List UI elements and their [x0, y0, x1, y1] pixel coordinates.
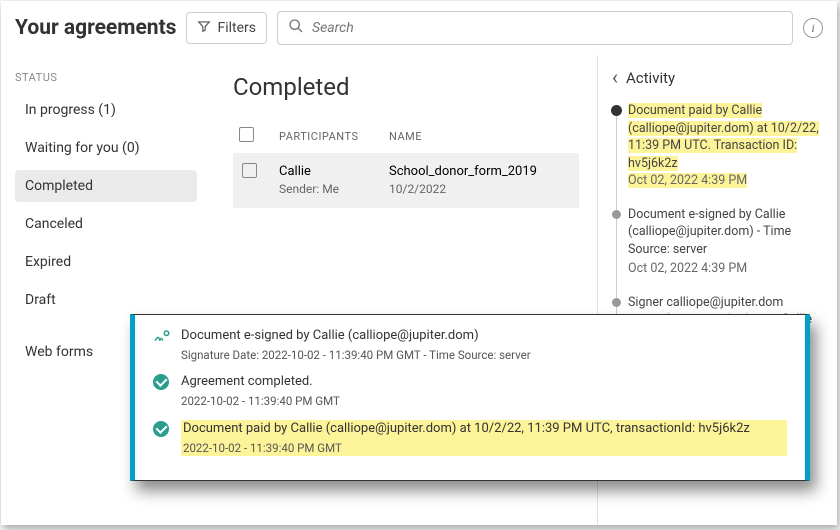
timeline-date: Oct 02, 2022 4:39 PM	[628, 173, 747, 188]
search-field[interactable]	[277, 11, 793, 45]
audit-sub: Signature Date: 2022-10-02 - 11:39:40 PM…	[181, 347, 787, 363]
timeline-item: Document paid by Callie (calliope@jupite…	[628, 102, 823, 190]
timeline-item: Document e-signed by Callie (calliope@ju…	[628, 206, 823, 278]
audit-item: Document e-signed by Callie (calliope@ju…	[153, 327, 787, 363]
check-icon	[153, 374, 171, 392]
sidebar-item-expired[interactable]: Expired	[15, 246, 197, 278]
timeline-dot-icon	[611, 105, 622, 116]
back-icon[interactable]	[612, 67, 618, 88]
activity-title: Activity	[626, 69, 675, 87]
sidebar-item-canceled[interactable]: Canceled	[15, 208, 197, 240]
signature-icon	[153, 328, 171, 346]
timeline-text: Document e-signed by Callie (calliope@ju…	[628, 206, 823, 259]
header: Your agreements Filters i	[1, 1, 837, 55]
row-name: School_donor_form_2019	[389, 163, 573, 181]
audit-sub: 2022-10-02 - 11:39:40 PM GMT	[181, 393, 787, 409]
audit-overlay: Document e-signed by Callie (calliope@ju…	[130, 314, 810, 481]
row-participant: Callie	[279, 163, 369, 181]
sidebar-item-waiting[interactable]: Waiting for you (0)	[15, 132, 197, 164]
sidebar-item-draft[interactable]: Draft	[15, 284, 197, 316]
filters-button[interactable]: Filters	[186, 12, 267, 44]
column-participants: PARTICIPANTS	[279, 130, 369, 143]
timeline-dot-icon	[612, 298, 621, 307]
search-input[interactable]	[312, 20, 782, 36]
sidebar-item-completed[interactable]: Completed	[15, 170, 197, 202]
audit-item-highlight: Document paid by Callie (calliope@jupite…	[153, 420, 787, 456]
check-icon	[153, 421, 171, 439]
search-icon	[288, 18, 304, 38]
timeline: Document paid by Callie (calliope@jupite…	[612, 102, 823, 348]
audit-sub: 2022-10-02 - 11:39:40 PM GMT	[183, 440, 785, 456]
row-checkbox[interactable]	[242, 163, 257, 178]
filter-icon	[197, 19, 211, 37]
audit-title: Agreement completed.	[181, 373, 787, 391]
audit-item: Agreement completed. 2022-10-02 - 11:39:…	[153, 373, 787, 409]
select-all-checkbox[interactable]	[239, 127, 254, 142]
column-name: NAME	[389, 130, 573, 143]
timeline-date: Oct 02, 2022 4:39 PM	[628, 260, 823, 278]
activity-header: Activity	[612, 67, 823, 88]
row-date: 10/2/2022	[389, 181, 573, 198]
sidebar-item-in-progress[interactable]: In progress (1)	[15, 94, 197, 126]
row-sender: Sender: Me	[279, 181, 369, 198]
info-button[interactable]: i	[803, 18, 823, 38]
timeline-dot-icon	[612, 210, 621, 219]
table-header: PARTICIPANTS NAME	[233, 119, 579, 153]
page-title: Your agreements	[15, 16, 176, 40]
main-title: Completed	[233, 73, 579, 101]
audit-title: Document paid by Callie (calliope@jupite…	[183, 420, 785, 438]
timeline-text: Document paid by Callie (calliope@jupite…	[628, 103, 819, 171]
filters-label: Filters	[217, 20, 256, 36]
table-row[interactable]: Callie Sender: Me School_donor_form_2019…	[233, 153, 579, 208]
audit-title: Document e-signed by Callie (calliope@ju…	[181, 327, 787, 345]
status-heading: STATUS	[15, 65, 211, 94]
